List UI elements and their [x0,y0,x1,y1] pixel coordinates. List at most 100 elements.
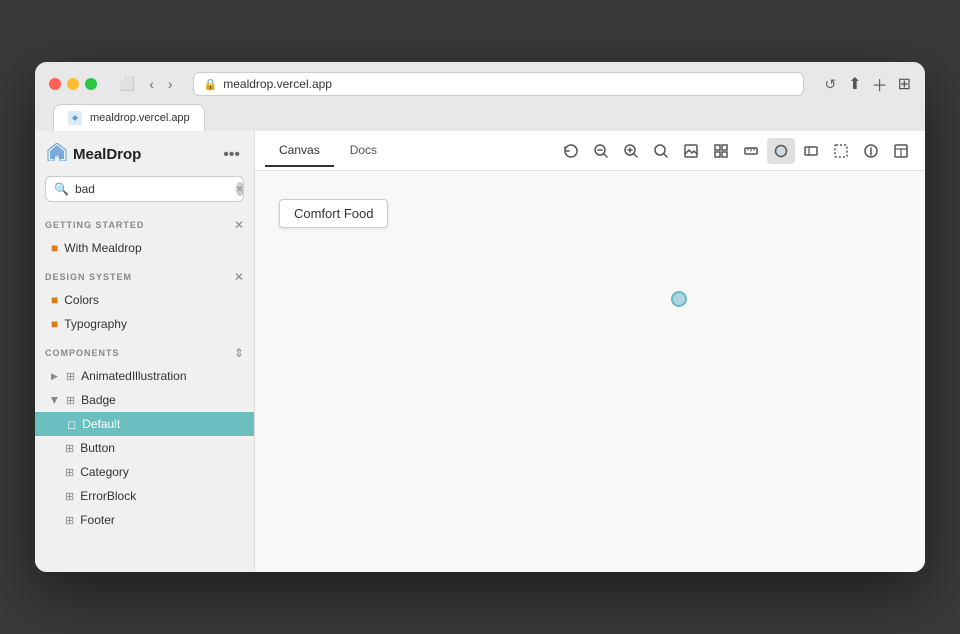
info-button[interactable] [857,138,885,164]
sidebar-item-typography[interactable]: ■ Typography [35,312,254,336]
grid-button[interactable] [707,138,735,164]
sidebar-item-button[interactable]: ⊞ Button [35,436,254,460]
browser-tab[interactable]: mealdrop.vercel.app [53,104,205,131]
comfort-food-label: Comfort Food [279,199,388,228]
sidebar-item-category[interactable]: ⊞ Category [35,460,254,484]
maximize-button[interactable] [85,78,97,90]
sidebar-item-error-block[interactable]: ⊞ ErrorBlock [35,484,254,508]
minimize-button[interactable] [67,78,79,90]
component-icon: ⊞ [66,394,75,407]
colors-icon: ■ [51,293,58,307]
selection-button[interactable] [827,138,855,164]
browser-right-actions: ⬆ ＋ ⊞ [848,72,911,96]
browser-window: ⬜ ‹ › 🔒 mealdrop.vercel.app ↺ ⬆ ＋ ⊞ m [35,62,925,572]
sidebar-item-with-mealdrop[interactable]: ■ With Mealdrop [35,236,254,260]
panel-button[interactable] [797,138,825,164]
sidebar-item-label: ErrorBlock [80,489,136,503]
reload-button[interactable]: ↺ [820,74,840,95]
app-content: MealDrop ••• 🔍 ✕ GETTING STARTED ✕ ■ Wit… [35,131,925,572]
sidebar-header: MealDrop ••• [35,131,254,176]
measure-button[interactable] [737,138,765,164]
brand-logo-icon [47,143,67,166]
component-icon: ⊞ [65,466,74,479]
component-icon: ⊞ [65,490,74,503]
canvas-toolbar: Canvas Docs [255,131,925,171]
section-toggle-components[interactable]: ⇕ [234,346,244,360]
forward-button[interactable]: › [164,74,177,94]
sidebar-menu-button[interactable]: ••• [221,144,242,166]
sidebar-toggle-button[interactable]: ⬜ [115,74,139,94]
sidebar-section-getting-started: GETTING STARTED ✕ ■ With Mealdrop [35,212,254,260]
traffic-lights [49,78,97,90]
component-icon: ⊞ [65,442,74,455]
search-clear-button[interactable]: ✕ [236,182,244,196]
search-input[interactable] [75,182,230,196]
sidebar-item-animated-illustration[interactable]: ▶ ⊞ AnimatedIllustration [35,364,254,388]
browser-titlebar: ⬜ ‹ › 🔒 mealdrop.vercel.app ↺ ⬆ ＋ ⊞ [49,72,911,96]
sidebar-item-default[interactable]: ◻ Default [35,412,254,436]
sidebar-item-label: Default [82,417,120,431]
zoom-in-button[interactable] [617,138,645,164]
zoom-out-button[interactable] [587,138,615,164]
sidebar-item-label: AnimatedIllustration [81,369,186,383]
url-text: mealdrop.vercel.app [223,77,332,91]
section-title-components: COMPONENTS [45,348,120,358]
sidebar-item-label: Colors [64,293,99,307]
sidebar-item-label: With Mealdrop [64,241,141,255]
typography-icon: ■ [51,317,58,331]
sidebar: MealDrop ••• 🔍 ✕ GETTING STARTED ✕ ■ Wit… [35,131,255,572]
section-header-getting-started: GETTING STARTED ✕ [35,212,254,236]
sidebar-item-label: Category [80,465,129,479]
tab-canvas[interactable]: Canvas [265,135,334,167]
section-collapse-design-system[interactable]: ✕ [234,270,244,284]
story-icon: ◻ [67,418,76,431]
close-button[interactable] [49,78,61,90]
sidebar-section-design-system: DESIGN SYSTEM ✕ ■ Colors ■ Typography [35,264,254,336]
address-bar[interactable]: 🔒 mealdrop.vercel.app [193,72,805,96]
sidebar-item-colors[interactable]: ■ Colors [35,288,254,312]
sidebar-item-label: Button [80,441,115,455]
search-canvas-button[interactable] [647,138,675,164]
back-button[interactable]: ‹ [145,74,158,94]
lock-icon: 🔒 [204,78,218,91]
tab-docs[interactable]: Docs [336,135,391,167]
component-icon: ⊞ [66,370,75,383]
cursor-indicator [671,291,687,307]
share-button[interactable]: ⬆ [848,74,861,94]
page-icon: ■ [51,241,58,255]
sidebar-item-label: Badge [81,393,116,407]
component-icon: ⊞ [65,514,74,527]
main-area: Canvas Docs [255,131,925,572]
circle-tool-button[interactable] [767,138,795,164]
sidebar-item-footer[interactable]: ⊞ Footer [35,508,254,532]
section-header-design-system: DESIGN SYSTEM ✕ [35,264,254,288]
sidebar-section-components: COMPONENTS ⇕ ▶ ⊞ AnimatedIllustration ▶ … [35,340,254,532]
section-title-getting-started: GETTING STARTED [45,220,144,230]
section-header-components: COMPONENTS ⇕ [35,340,254,364]
section-title-design-system: DESIGN SYSTEM [45,272,132,282]
browser-tabbar: mealdrop.vercel.app [49,104,911,131]
canvas-body[interactable]: Comfort Food [255,171,925,572]
expand-arrow-icon: ▶ [51,371,58,382]
layout-button[interactable] [887,138,915,164]
sidebar-item-badge[interactable]: ▶ ⊞ Badge [35,388,254,412]
browser-chrome: ⬜ ‹ › 🔒 mealdrop.vercel.app ↺ ⬆ ＋ ⊞ m [35,62,925,131]
image-button[interactable] [677,138,705,164]
brand-name: MealDrop [73,146,141,163]
tab-docs-label: Docs [350,143,377,157]
tab-favicon [68,111,82,125]
search-icon: 🔍 [54,182,69,196]
brand: MealDrop [47,143,141,166]
tabs-overview-button[interactable]: ⊞ [898,74,911,94]
expand-arrow-icon: ▶ [49,397,60,404]
sidebar-item-label: Typography [64,317,127,331]
search-bar[interactable]: 🔍 ✕ [45,176,244,202]
browser-controls: ⬜ ‹ › [115,74,177,94]
section-collapse-getting-started[interactable]: ✕ [234,218,244,232]
sidebar-item-label: Footer [80,513,115,527]
tab-title: mealdrop.vercel.app [90,112,190,124]
tab-canvas-label: Canvas [279,143,320,157]
new-tab-button[interactable]: ＋ [872,72,888,96]
toolbar-icons [557,138,915,164]
reset-zoom-button[interactable] [557,138,585,164]
